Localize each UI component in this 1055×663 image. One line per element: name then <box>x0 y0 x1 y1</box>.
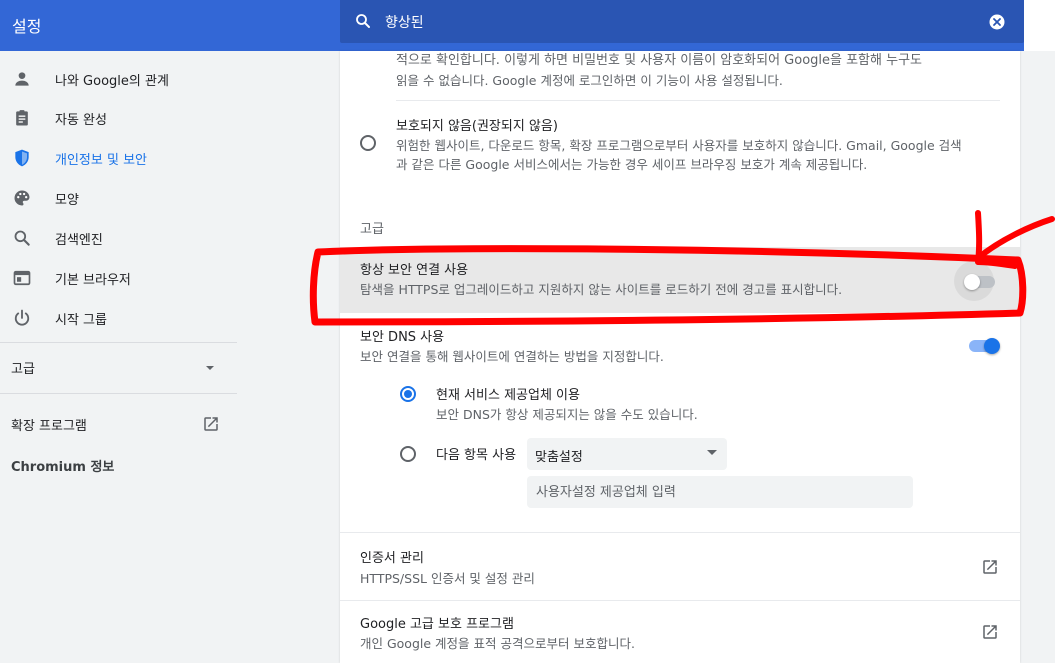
sidebar-divider <box>0 393 237 394</box>
https-first-desc: 탐색을 HTTPS로 업그레이드하고 지원하지 않는 사이트를 로드하기 전에 … <box>360 282 843 297</box>
sidebar-item-label: 시작 그룹 <box>55 313 107 328</box>
https-first-title: 항상 보안 연결 사용 <box>360 263 469 278</box>
current-provider-label: 현재 서비스 제공업체 이용 <box>436 388 580 403</box>
open-in-new-icon[interactable] <box>202 415 220 433</box>
secure-dns-desc: 보안 연결을 통해 웹사이트에 연결하는 방법을 지정합니다. <box>360 349 664 364</box>
custom-provider-radio[interactable] <box>400 446 416 462</box>
sidebar-divider <box>0 342 237 343</box>
person-icon <box>15 72 29 86</box>
app-header: 설정 향상된 <box>0 0 1055 51</box>
sidebar-item-search-engine[interactable]: 검색엔진 <box>0 218 240 258</box>
dropdown-arrow-icon <box>707 450 717 455</box>
custom-provider-label: 다음 항목 사용 <box>436 448 517 463</box>
sidebar: 나와 Google의 관계 자동 완성 개인정보 및 보안 모양 검색엔진 기본… <box>0 51 240 663</box>
https-first-row[interactable]: 항상 보안 연결 사용 탐색을 HTTPS로 업그레이드하고 지원하지 않는 사… <box>340 247 1020 313</box>
no-protection-desc-line1: 위험한 웹사이트, 다운로드 항목, 확장 프로그램으로부터 사용자를 보호하지… <box>396 138 962 153</box>
search-box[interactable]: 향상된 <box>340 0 1024 43</box>
shield-icon <box>15 149 29 167</box>
sidebar-item-label: 자동 완성 <box>55 113 107 128</box>
advanced-section-header: 고급 <box>360 222 384 237</box>
open-in-new-icon[interactable] <box>981 558 999 576</box>
palette-icon <box>14 190 30 206</box>
secure-dns-title: 보안 DNS 사용 <box>360 330 445 345</box>
sidebar-item-autofill[interactable]: 자동 완성 <box>0 98 240 138</box>
sidebar-item-appearance[interactable]: 모양 <box>0 178 240 218</box>
manage-certificates-title: 인증서 관리 <box>360 551 424 566</box>
custom-provider-input[interactable] <box>527 476 913 508</box>
secure-dns-toggle-knob[interactable] <box>984 338 1000 354</box>
row-divider <box>396 100 1000 101</box>
clipboard-icon <box>16 110 28 126</box>
no-protection-desc-line2: 과 같은 다른 Google 서비스에서는 가능한 경우 세이프 브라우징 보호… <box>396 157 868 172</box>
advanced-protection-title: Google 고급 보호 프로그램 <box>360 617 514 632</box>
search-input[interactable]: 향상된 <box>385 12 424 32</box>
enhanced-protection-desc-line1: 적으로 확인합니다. 이렇게 하면 비밀번호 및 사용자 이름이 암호화되어 G… <box>396 53 922 68</box>
app-title: 설정 <box>12 17 42 36</box>
sidebar-item-privacy-security[interactable]: 개인정보 및 보안 <box>0 138 240 178</box>
header-edge <box>1024 0 1055 51</box>
sidebar-item-on-startup[interactable]: 시작 그룹 <box>0 298 240 338</box>
sidebar-item-default-browser[interactable]: 기본 브라우저 <box>0 258 240 298</box>
search-icon <box>14 230 30 246</box>
enhanced-protection-desc-line2: 읽을 수 없습니다. Google 계정에 로그인하면 이 기능이 사용 설정됩… <box>396 73 783 88</box>
https-first-toggle-knob[interactable] <box>964 274 980 290</box>
browser-icon <box>13 270 31 286</box>
sidebar-item-label: 개인정보 및 보안 <box>55 153 147 168</box>
dns-provider-select[interactable]: 맞춤설정 <box>527 438 727 470</box>
sidebar-item-label: 나와 Google의 관계 <box>55 74 169 89</box>
search-icon <box>356 14 370 28</box>
sidebar-item-label: 검색엔진 <box>55 233 103 248</box>
current-provider-desc: 보안 DNS가 항상 제공되지는 않을 수도 있습니다. <box>436 407 698 422</box>
advanced-protection-desc: 개인 Google 계정을 표적 공격으로부터 보호합니다. <box>360 636 635 651</box>
row-divider <box>340 600 1020 601</box>
sidebar-item-label: 모양 <box>55 193 79 208</box>
sidebar-item-extensions[interactable]: 확장 프로그램 <box>11 415 87 434</box>
sidebar-item-you-and-google[interactable]: 나와 Google의 관계 <box>0 59 240 99</box>
open-in-new-icon[interactable] <box>981 623 999 641</box>
dns-provider-select-value: 맞춤설정 <box>535 450 583 465</box>
current-provider-radio[interactable] <box>400 386 416 402</box>
power-icon <box>14 309 30 326</box>
no-protection-title: 보호되지 않음(권장되지 않음) <box>396 119 558 134</box>
sidebar-item-label: 기본 브라우저 <box>55 273 131 288</box>
manage-certificates-desc: HTTPS/SSL 인증서 및 설정 관리 <box>360 571 535 586</box>
sidebar-advanced-toggle[interactable]: 고급 <box>11 358 35 377</box>
sidebar-item-about[interactable]: Chromium 정보 <box>11 456 114 475</box>
settings-card: 적으로 확인합니다. 이렇게 하면 비밀번호 및 사용자 이름이 암호화되어 G… <box>340 51 1020 663</box>
row-divider <box>340 532 1020 533</box>
clear-search-icon[interactable] <box>988 13 1006 31</box>
chevron-down-icon[interactable] <box>203 361 217 375</box>
no-protection-radio[interactable] <box>360 135 376 151</box>
